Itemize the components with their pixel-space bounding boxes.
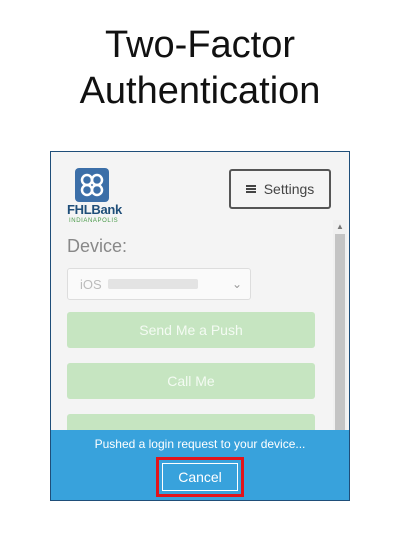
cancel-highlight: Cancel <box>156 457 244 497</box>
logo-text: FHLBank <box>67 202 122 217</box>
page-title: Two-Factor Authentication <box>0 22 400 114</box>
device-label: Device: <box>67 236 128 256</box>
logo-subtitle: INDIANAPOLIS <box>69 218 119 224</box>
device-select-value: iOS <box>80 276 102 292</box>
redacted-device-name <box>107 279 198 289</box>
status-bar: Pushed a login request to your device...… <box>51 430 349 500</box>
duo-frame: FHLBank INDIANAPOLIS Settings ▲ Device: … <box>50 151 350 501</box>
scroll-up-icon[interactable]: ▲ <box>336 222 344 231</box>
call-me-button[interactable]: Call Me <box>67 363 315 399</box>
logo-knot-icon <box>75 168 109 202</box>
settings-button[interactable]: Settings <box>229 169 331 209</box>
page-title-line1: Two-Factor <box>104 24 296 66</box>
device-select[interactable]: iOS ⌄ <box>67 268 251 300</box>
scroll-thumb[interactable] <box>335 234 345 430</box>
scrollbar[interactable]: ▲ <box>333 220 347 430</box>
fhlbank-logo: FHLBank INDIANAPOLIS <box>67 168 122 232</box>
hamburger-icon <box>245 185 256 193</box>
chevron-down-icon: ⌄ <box>231 277 242 291</box>
send-push-button[interactable]: Send Me a Push <box>67 312 315 348</box>
settings-label: Settings <box>263 181 315 197</box>
status-message: Pushed a login request to your device... <box>94 437 306 451</box>
cancel-button[interactable]: Cancel <box>162 463 238 491</box>
page-title-line2: Authentication <box>79 70 321 112</box>
